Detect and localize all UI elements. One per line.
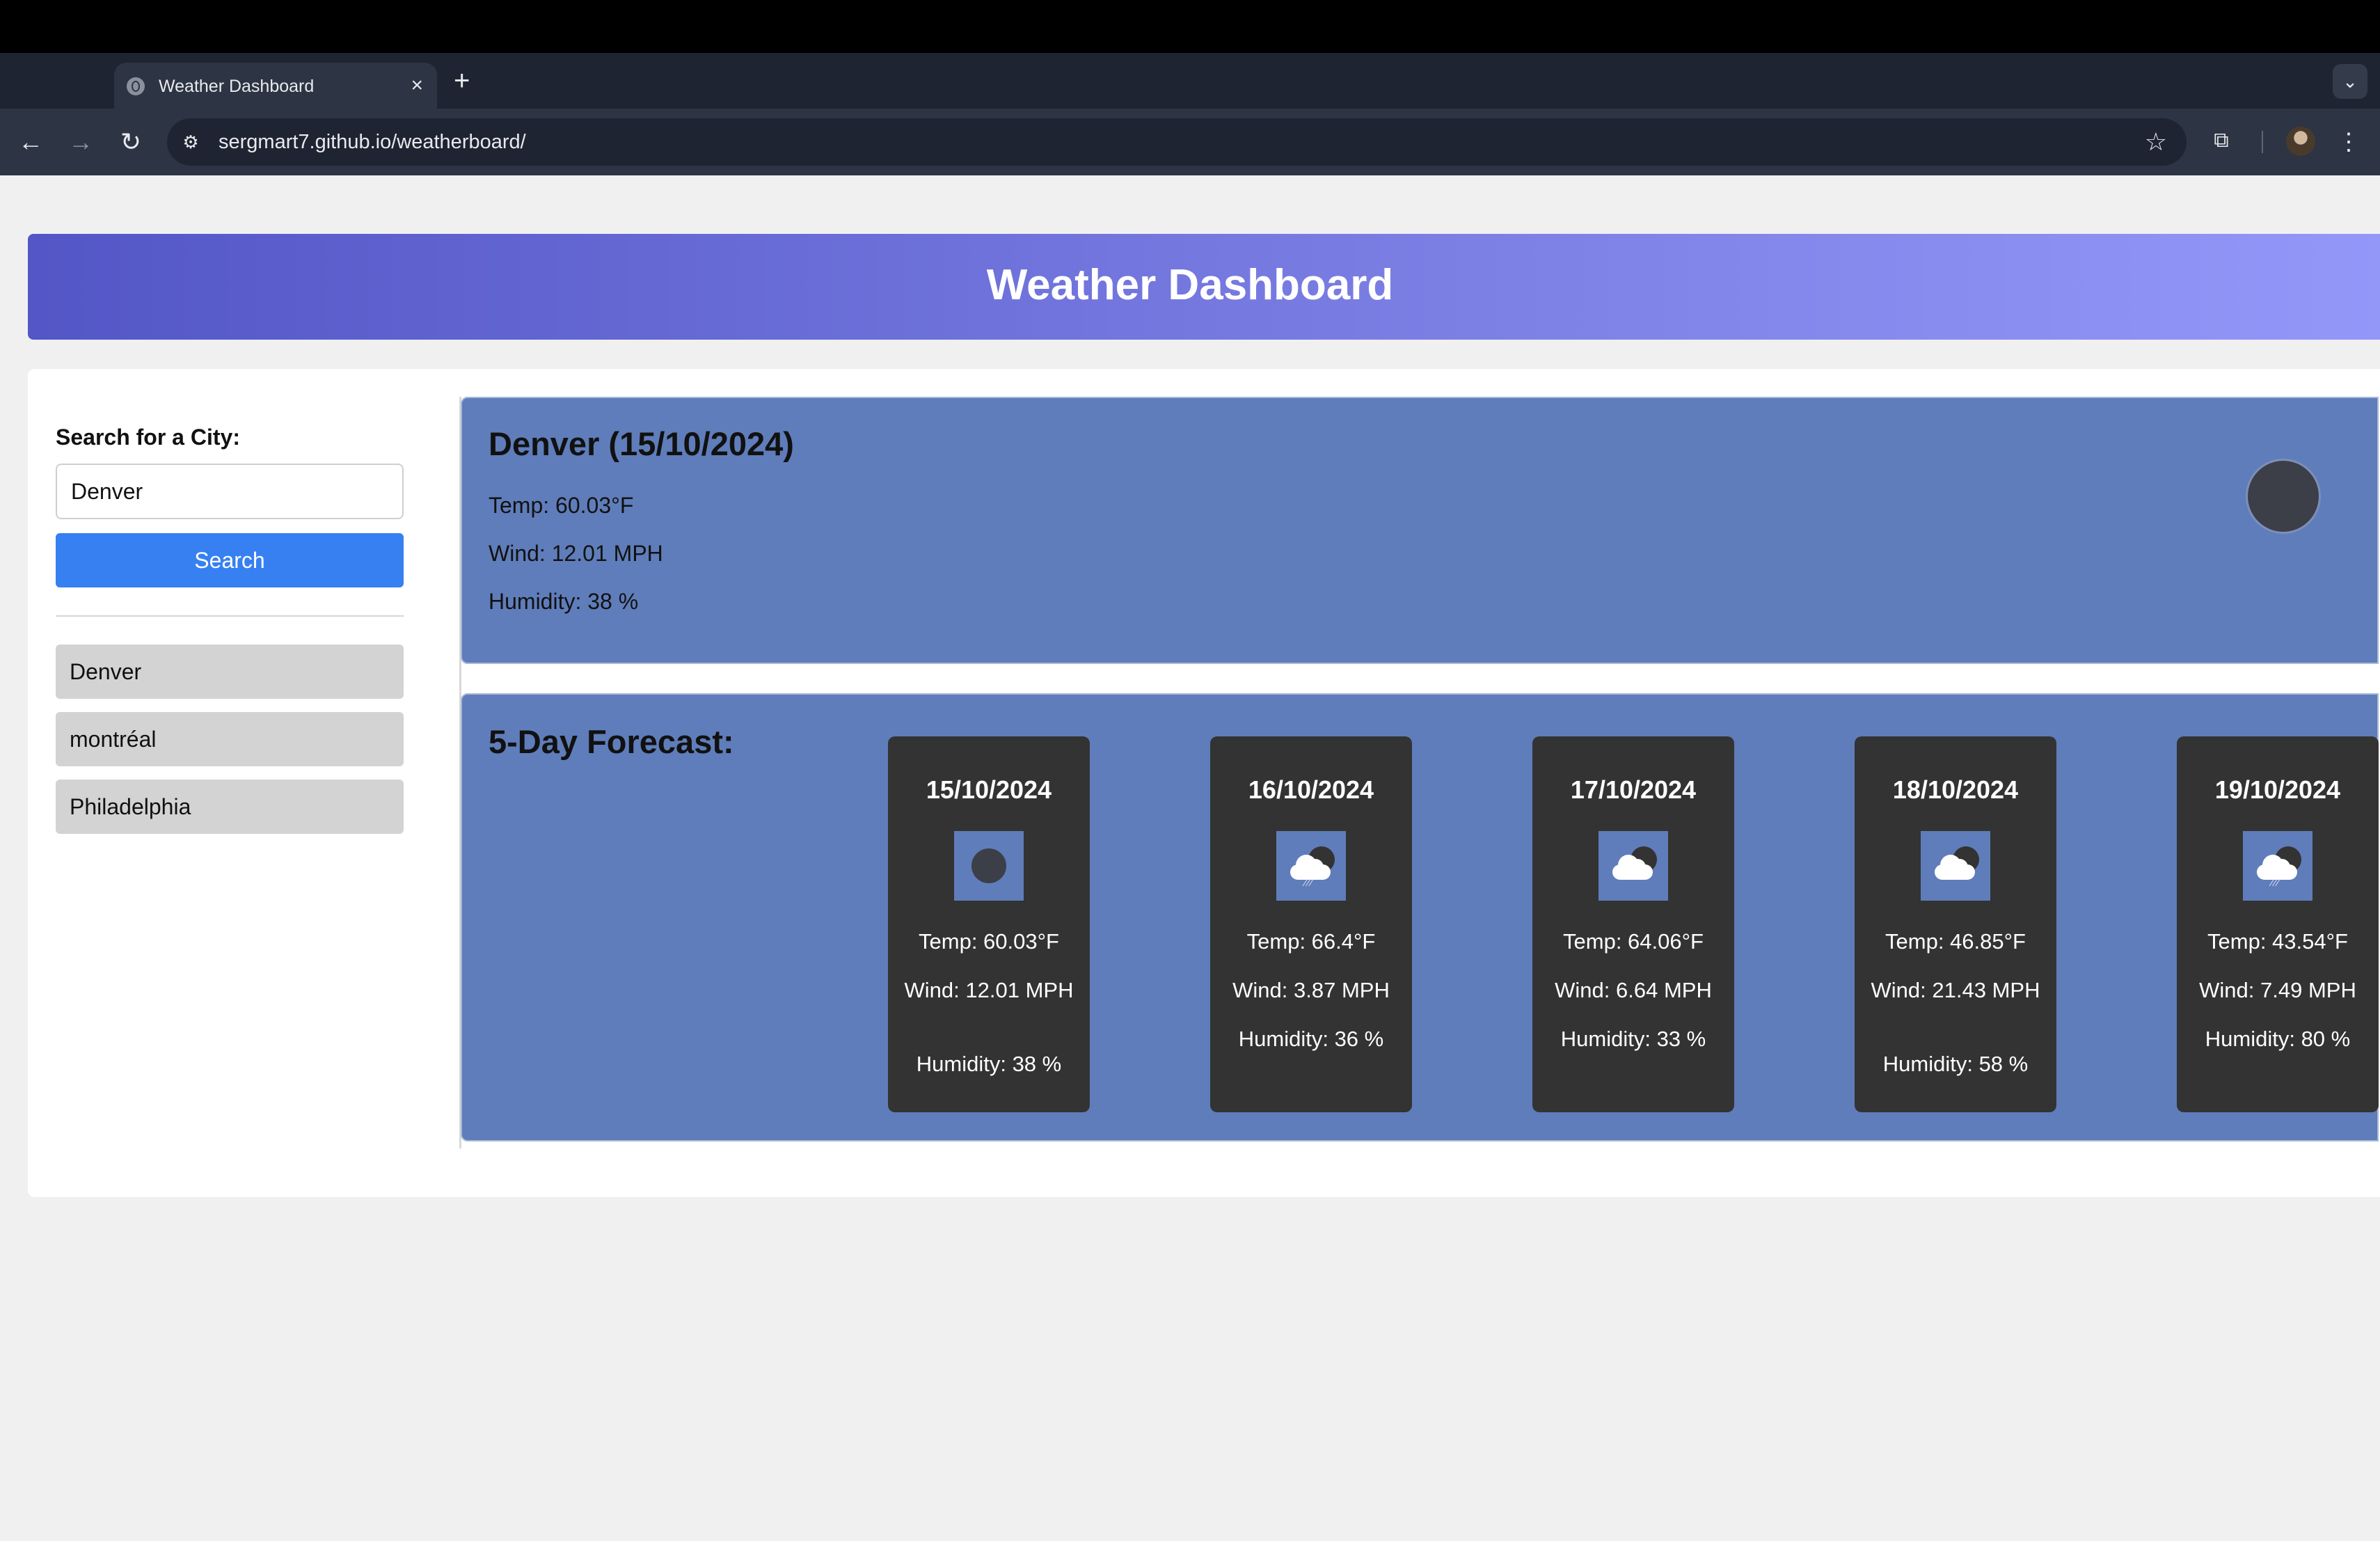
city-search-input[interactable] — [56, 464, 404, 519]
current-weather-panel: Denver (15/10/2024) Temp: 60.03°F Wind: … — [461, 397, 2379, 664]
site-settings-icon[interactable]: ⚙ — [178, 129, 203, 155]
forecast-humidity: Humidity: 80 % — [2205, 1027, 2351, 1051]
forecast-card: 16/10/2024 ⁄⁄⁄ Temp: 66.4°F Wind: 3.87 M… — [1210, 736, 1412, 1112]
tab-search-chevron-icon[interactable]: ⌄ — [2333, 64, 2367, 99]
forecast-card: 17/10/2024 Temp: 64.06°F Wind: 6.64 MPH … — [1532, 736, 1734, 1112]
main-container: Search for a City: Search Denver montréa… — [28, 369, 2380, 1197]
forecast-date: 17/10/2024 — [1570, 775, 1697, 804]
page-header: Weather Dashboard — [28, 234, 2380, 340]
forecast-date: 19/10/2024 — [2214, 775, 2341, 804]
page-title: Weather Dashboard — [986, 261, 1394, 309]
current-wind: Wind: 12.01 MPH — [489, 541, 663, 566]
forecast-wind: Wind: 7.49 MPH — [2199, 978, 2356, 1002]
clear-night-icon — [954, 831, 1024, 901]
screen-top-bar — [0, 0, 2380, 53]
forecast-date: 16/10/2024 — [1248, 775, 1374, 804]
forecast-wind: Wind: 3.87 MPH — [1232, 978, 1390, 1002]
back-arrow-icon[interactable]: ← — [14, 125, 47, 159]
forecast-wind: Wind: 12.01 MPH — [904, 978, 1074, 1002]
search-sidebar: Search for a City: Search Denver montréa… — [56, 397, 461, 1148]
search-button[interactable]: Search — [56, 533, 404, 587]
close-tab-icon[interactable]: × — [411, 72, 423, 100]
forecast-humidity: Humidity: 58 % — [1882, 1052, 2029, 1076]
cloudy-night-icon — [1598, 831, 1668, 901]
search-label: Search for a City: — [56, 425, 240, 450]
browser-tab[interactable]: Weather Dashboard × — [114, 63, 437, 109]
forward-arrow-icon[interactable]: → — [64, 125, 97, 159]
forecast-card: 15/10/2024 Temp: 60.03°F Wind: 12.01 MPH… — [888, 736, 1090, 1112]
url-text[interactable]: sergmart7.github.io/weatherboard/ — [219, 131, 526, 154]
forecast-wind: Wind: 21.43 MPH — [1871, 978, 2040, 1002]
cloudy-night-icon — [1921, 831, 1990, 901]
rain-cloud-icon: ⁄⁄⁄ — [1276, 831, 1346, 901]
sidebar-divider — [56, 615, 404, 617]
history-item-philadelphia[interactable]: Philadelphia — [56, 780, 404, 834]
extensions-puzzle-icon[interactable]: ⧉ — [2207, 127, 2235, 155]
forecast-temp: Temp: 66.4°F — [1246, 929, 1376, 954]
forecast-humidity: Humidity: 36 % — [1238, 1027, 1384, 1051]
clear-night-icon — [2248, 461, 2319, 532]
forecast-temp: Temp: 64.06°F — [1563, 929, 1704, 954]
toolbar-divider — [2262, 131, 2263, 153]
history-item-denver[interactable]: Denver — [56, 645, 404, 699]
rain-cloud-icon: ⁄⁄⁄ — [2243, 831, 2312, 901]
forecast-date: 18/10/2024 — [1892, 775, 2019, 804]
forecast-card: 18/10/2024 Temp: 46.85°F Wind: 21.43 MPH… — [1855, 736, 2056, 1112]
reload-icon[interactable]: ↻ — [114, 125, 148, 159]
browser-tab-strip: Weather Dashboard × + ⌄ — [0, 53, 2380, 109]
browser-menu-icon[interactable]: ⋮ — [2337, 125, 2361, 159]
forecast-temp: Temp: 43.54°F — [2207, 929, 2348, 954]
profile-avatar[interactable] — [2286, 127, 2315, 156]
forecast-wind: Wind: 6.64 MPH — [1555, 978, 1712, 1002]
bookmark-star-icon[interactable]: ☆ — [2145, 127, 2167, 157]
forecast-temp: Temp: 46.85°F — [1885, 929, 2026, 954]
current-humidity: Humidity: 38 % — [489, 589, 639, 614]
forecast-humidity: Humidity: 38 % — [916, 1052, 1062, 1076]
tab-title: Weather Dashboard — [159, 77, 315, 96]
history-item-montreal[interactable]: montréal — [56, 712, 404, 766]
forecast-heading: 5-Day Forecast: — [489, 723, 734, 760]
forecast-panel: 5-Day Forecast: 15/10/2024 Temp: 60.03°F… — [461, 693, 2379, 1141]
new-tab-button[interactable]: + — [454, 67, 470, 95]
current-temp: Temp: 60.03°F — [489, 493, 634, 518]
current-city-title: Denver (15/10/2024) — [489, 425, 794, 462]
globe-icon — [127, 77, 145, 95]
forecast-date: 15/10/2024 — [926, 775, 1052, 804]
forecast-card: 19/10/2024 ⁄⁄⁄ Temp: 43.54°F Wind: 7.49 … — [2177, 736, 2379, 1112]
forecast-temp: Temp: 60.03°F — [919, 929, 1059, 954]
forecast-humidity: Humidity: 33 % — [1560, 1027, 1706, 1051]
address-bar[interactable]: ⚙ sergmart7.github.io/weatherboard/ ☆ — [167, 118, 2187, 166]
browser-toolbar: ← → ↻ ⚙ sergmart7.github.io/weatherboard… — [0, 109, 2380, 175]
